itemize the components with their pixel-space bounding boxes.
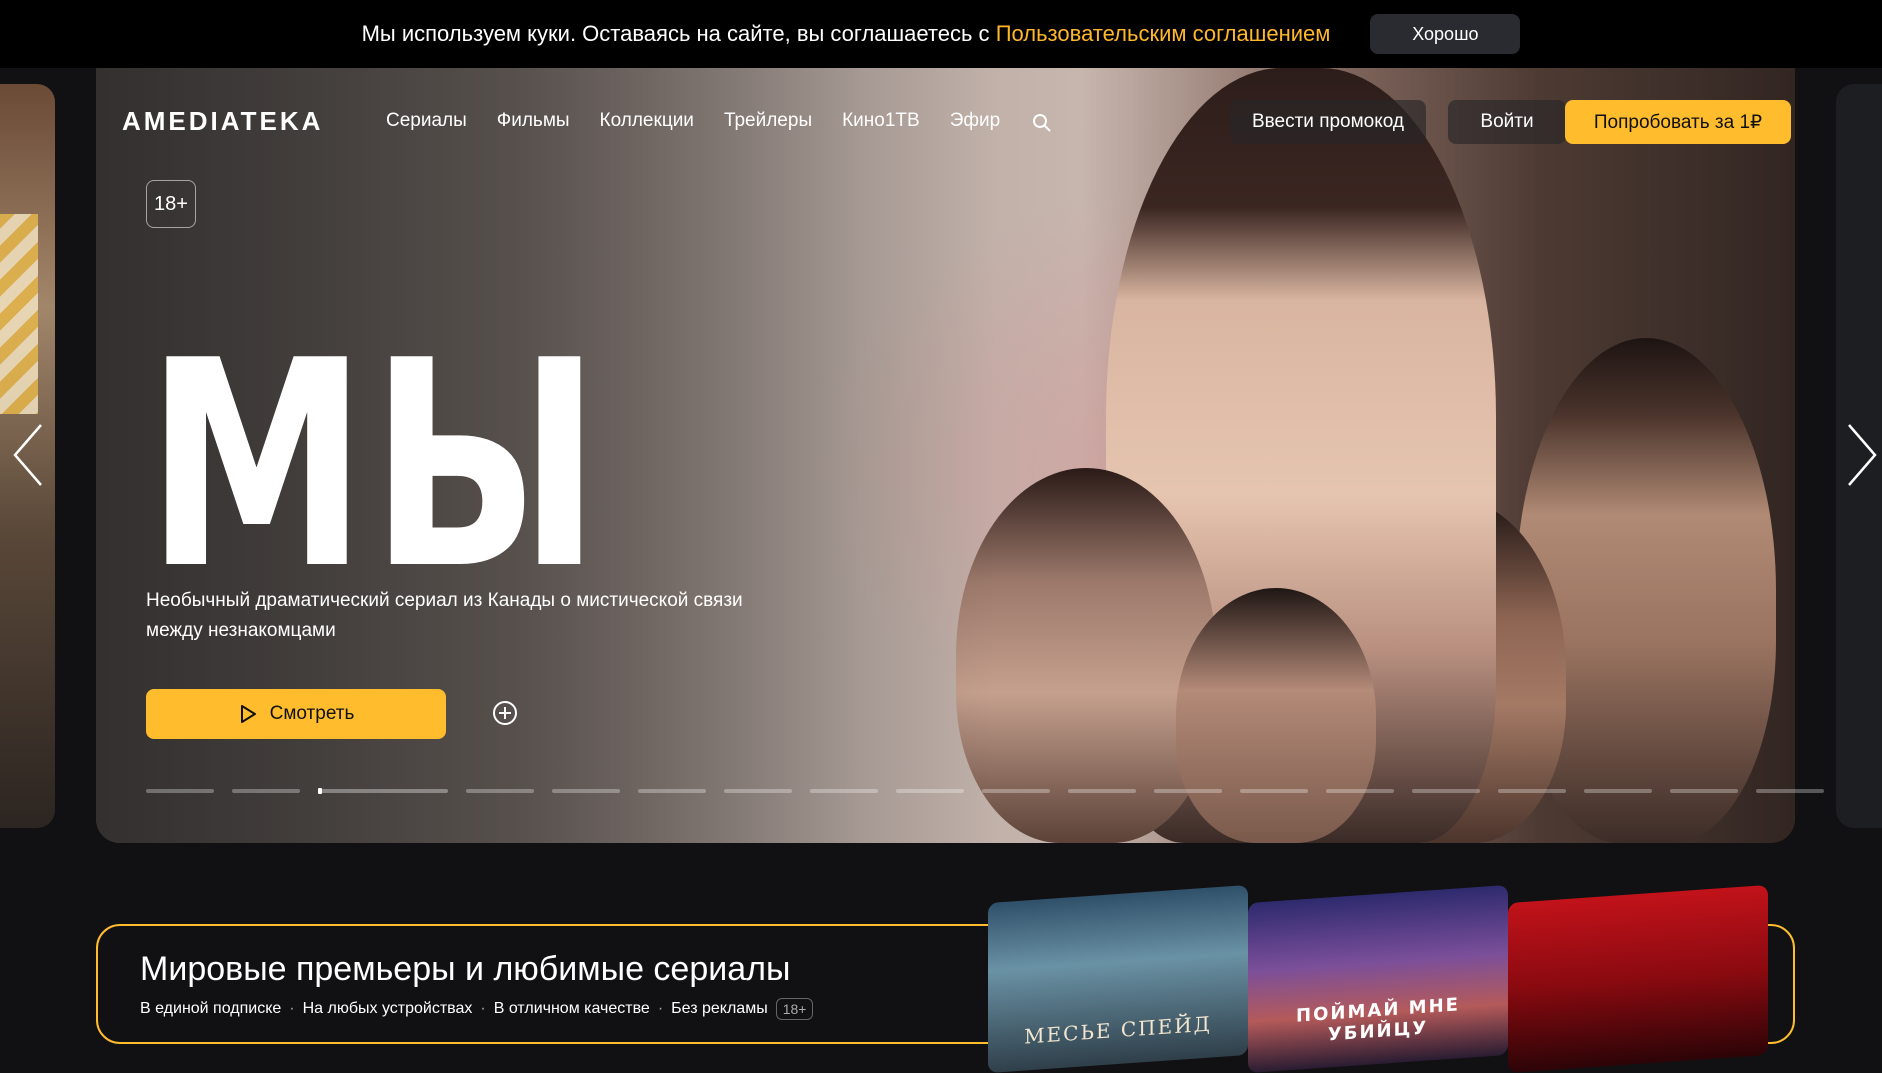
poster-title [1508, 1033, 1768, 1051]
enter-promo-code-button[interactable]: Ввести промокод [1230, 100, 1426, 144]
poster-card[interactable]: МЕСЬЕ СПЕЙД [988, 884, 1248, 1073]
carousel-dot[interactable] [896, 789, 964, 793]
carousel-dot[interactable] [810, 789, 878, 793]
nav-item-trailers[interactable]: Трейлеры [724, 110, 812, 132]
add-to-favorites-button[interactable] [492, 700, 518, 726]
carousel-dot[interactable] [724, 789, 792, 793]
carousel-prev-button[interactable] [8, 420, 48, 490]
carousel-dot[interactable] [552, 789, 620, 793]
user-agreement-link[interactable]: Пользовательским соглашением [996, 21, 1331, 46]
promo-feature: В отличном качестве [493, 1000, 650, 1017]
try-subscription-button[interactable]: Попробовать за 1₽ [1565, 100, 1791, 144]
poster-card[interactable]: ПОЙМАЙ МНЕ УБИЙЦУ [1248, 884, 1508, 1073]
carousel-dot[interactable] [1068, 789, 1136, 793]
promo-feature: Без рекламы [671, 1000, 768, 1017]
main-nav: Сериалы Фильмы Коллекции Трейлеры Кино1Т… [386, 110, 1000, 132]
carousel-dot[interactable] [146, 789, 214, 793]
login-button[interactable]: Войти [1448, 100, 1566, 144]
cookie-message: Мы используем куки. Оставаясь на сайте, … [361, 21, 996, 46]
search-button[interactable] [1031, 112, 1053, 134]
feature-separator: · [480, 1000, 486, 1017]
subscription-promo: Мировые премьеры и любимые сериалы В еди… [96, 884, 1795, 1073]
carousel-dot[interactable] [232, 789, 300, 793]
hero-art-figure [1176, 588, 1376, 843]
age-rating-badge: 18+ [146, 180, 196, 228]
promo-features: В единой подписке · На любых устройствах ·… [140, 998, 814, 1020]
play-icon [240, 705, 256, 723]
site-header: AMEDIATEKA Сериалы Фильмы Коллекции Трей… [96, 100, 1795, 144]
carousel-dot[interactable] [1756, 789, 1824, 793]
chevron-right-icon [1848, 424, 1877, 486]
promo-feature: В единой подписке [140, 1000, 282, 1017]
carousel-dot[interactable] [1240, 789, 1308, 793]
poster-title: МЕСЬЕ СПЕЙД [1024, 1011, 1212, 1049]
carousel-pagination [146, 788, 1824, 794]
cookie-accept-button[interactable]: Хорошо [1370, 14, 1521, 54]
feature-separator: · [289, 1000, 295, 1017]
search-icon [1033, 114, 1051, 132]
cookie-banner: Мы используем куки. Оставаясь на сайте, … [0, 0, 1882, 68]
carousel-dot[interactable] [1584, 789, 1652, 793]
promo-posters: МЕСЬЕ СПЕЙД ПОЙМАЙ МНЕ УБИЙЦУ [988, 884, 1768, 1073]
carousel-dot[interactable] [1326, 789, 1394, 793]
carousel-dot[interactable] [1154, 789, 1222, 793]
promo-feature: На любых устройствах [302, 1000, 473, 1017]
carousel-dot[interactable] [1498, 789, 1566, 793]
feature-separator: · [657, 1000, 664, 1017]
poster-title: ПОЙМАЙ МНЕ УБИЙЦУ [1296, 994, 1460, 1046]
chevron-left-icon [13, 424, 42, 486]
carousel-dot[interactable] [1412, 789, 1480, 793]
watch-button[interactable]: Смотреть [146, 689, 446, 739]
carousel-dot[interactable] [638, 789, 706, 793]
nav-item-kino1tv[interactable]: Кино1ТВ [842, 110, 920, 132]
show-title-logo: МЫ [146, 300, 604, 632]
cookie-text: Мы используем куки. Оставаясь на сайте, … [362, 21, 1331, 47]
nav-item-live[interactable]: Эфир [950, 110, 1000, 132]
carousel-dot[interactable] [1670, 789, 1738, 793]
promo-age-badge: 18+ [775, 998, 814, 1020]
amediateka-logo[interactable]: AMEDIATEKA [122, 106, 323, 137]
watch-button-label: Смотреть [269, 703, 355, 724]
carousel-next-button[interactable] [1842, 420, 1882, 490]
nav-item-films[interactable]: Фильмы [497, 110, 570, 132]
nav-item-series[interactable]: Сериалы [386, 110, 467, 132]
promo-title: Мировые премьеры и любимые сериалы [140, 950, 791, 988]
carousel-dot[interactable] [318, 788, 448, 794]
carousel-dot[interactable] [466, 789, 534, 793]
plus-circle-icon [493, 701, 517, 725]
previous-slide-image [0, 214, 38, 414]
show-description: Необычный драматический сериал из Канады… [146, 590, 743, 641]
poster-card[interactable] [1508, 884, 1768, 1073]
carousel-dot[interactable] [982, 789, 1050, 793]
nav-item-collections[interactable]: Коллекции [600, 110, 694, 132]
